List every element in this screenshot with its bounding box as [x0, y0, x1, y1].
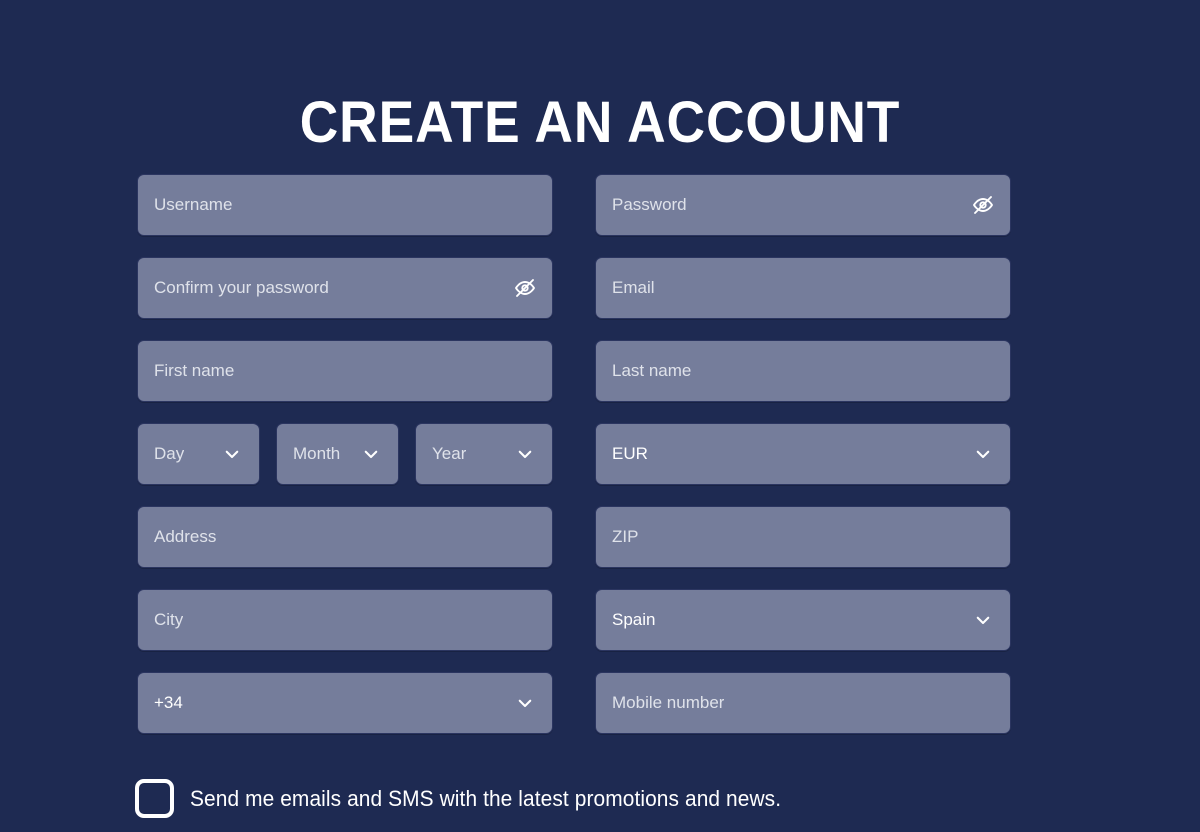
promotions-consent-row: Send me emails and SMS with the latest p…	[135, 779, 812, 818]
password-placeholder: Password	[612, 195, 687, 214]
email-placeholder: Email	[612, 278, 655, 297]
form-column-left: First name	[137, 340, 553, 402]
chevron-down-icon[interactable]	[971, 442, 995, 466]
chevron-down-icon[interactable]	[220, 442, 244, 466]
form-column-left: +34	[137, 672, 553, 734]
month-select-label: Month	[293, 444, 341, 463]
chevron-down-icon[interactable]	[971, 608, 995, 632]
form-row: Username Password	[137, 174, 1011, 236]
chevron-down-icon[interactable]	[359, 442, 383, 466]
country-select[interactable]: Spain	[595, 589, 1011, 651]
form-row: Day Month Year EUR	[137, 423, 1011, 485]
year-select[interactable]: Year	[415, 423, 553, 485]
last-name-placeholder: Last name	[612, 361, 692, 380]
year-select-label: Year	[432, 444, 467, 463]
birthdate-group: Day Month Year	[137, 423, 553, 485]
month-select[interactable]: Month	[276, 423, 399, 485]
mobile-number-input[interactable]: Mobile number	[595, 672, 1011, 734]
day-select-label: Day	[154, 444, 185, 463]
chevron-down-icon[interactable]	[513, 442, 537, 466]
zip-placeholder: ZIP	[612, 527, 639, 546]
form-column-left: Username	[137, 174, 553, 236]
username-input[interactable]: Username	[137, 174, 553, 236]
form-column-left: Address	[137, 506, 553, 568]
form-column-left: City	[137, 589, 553, 651]
form-row: Confirm your password Email	[137, 257, 1011, 319]
confirm-password-input[interactable]: Confirm your password	[137, 257, 553, 319]
zip-input[interactable]: ZIP	[595, 506, 1011, 568]
dial-code-select[interactable]: +34	[137, 672, 553, 734]
currency-select-value: EUR	[612, 444, 648, 463]
first-name-placeholder: First name	[154, 361, 235, 380]
city-input[interactable]: City	[137, 589, 553, 651]
address-placeholder: Address	[154, 527, 217, 546]
form-column-right: Mobile number	[595, 672, 1011, 734]
form-column-right: Email	[595, 257, 1011, 319]
username-placeholder: Username	[154, 195, 233, 214]
signup-form: Username Password Confirm your password	[137, 174, 1011, 755]
form-row: Address ZIP	[137, 506, 1011, 568]
eye-off-icon[interactable]	[513, 276, 537, 300]
eye-off-icon[interactable]	[971, 193, 995, 217]
first-name-input[interactable]: First name	[137, 340, 553, 402]
dial-code-select-value: +34	[154, 693, 183, 712]
city-placeholder: City	[154, 610, 184, 629]
form-column-right: Spain	[595, 589, 1011, 651]
currency-select[interactable]: EUR	[595, 423, 1011, 485]
form-row: +34 Mobile number	[137, 672, 1011, 734]
promotions-checkbox[interactable]	[135, 779, 174, 818]
email-input[interactable]: Email	[595, 257, 1011, 319]
form-column-left: Confirm your password	[137, 257, 553, 319]
form-column-right: EUR	[595, 423, 1011, 485]
country-select-value: Spain	[612, 610, 656, 629]
promotions-consent-label: Send me emails and SMS with the latest p…	[190, 785, 782, 811]
form-row: City Spain	[137, 589, 1011, 651]
chevron-down-icon[interactable]	[513, 691, 537, 715]
confirm-password-placeholder: Confirm your password	[154, 278, 329, 297]
password-input[interactable]: Password	[595, 174, 1011, 236]
form-column-right: Last name	[595, 340, 1011, 402]
form-column-right: ZIP	[595, 506, 1011, 568]
form-row: First name Last name	[137, 340, 1011, 402]
form-column-right: Password	[595, 174, 1011, 236]
address-input[interactable]: Address	[137, 506, 553, 568]
page-title: CREATE AN ACCOUNT	[299, 89, 901, 155]
day-select[interactable]: Day	[137, 423, 260, 485]
last-name-input[interactable]: Last name	[595, 340, 1011, 402]
mobile-number-placeholder: Mobile number	[612, 693, 725, 712]
